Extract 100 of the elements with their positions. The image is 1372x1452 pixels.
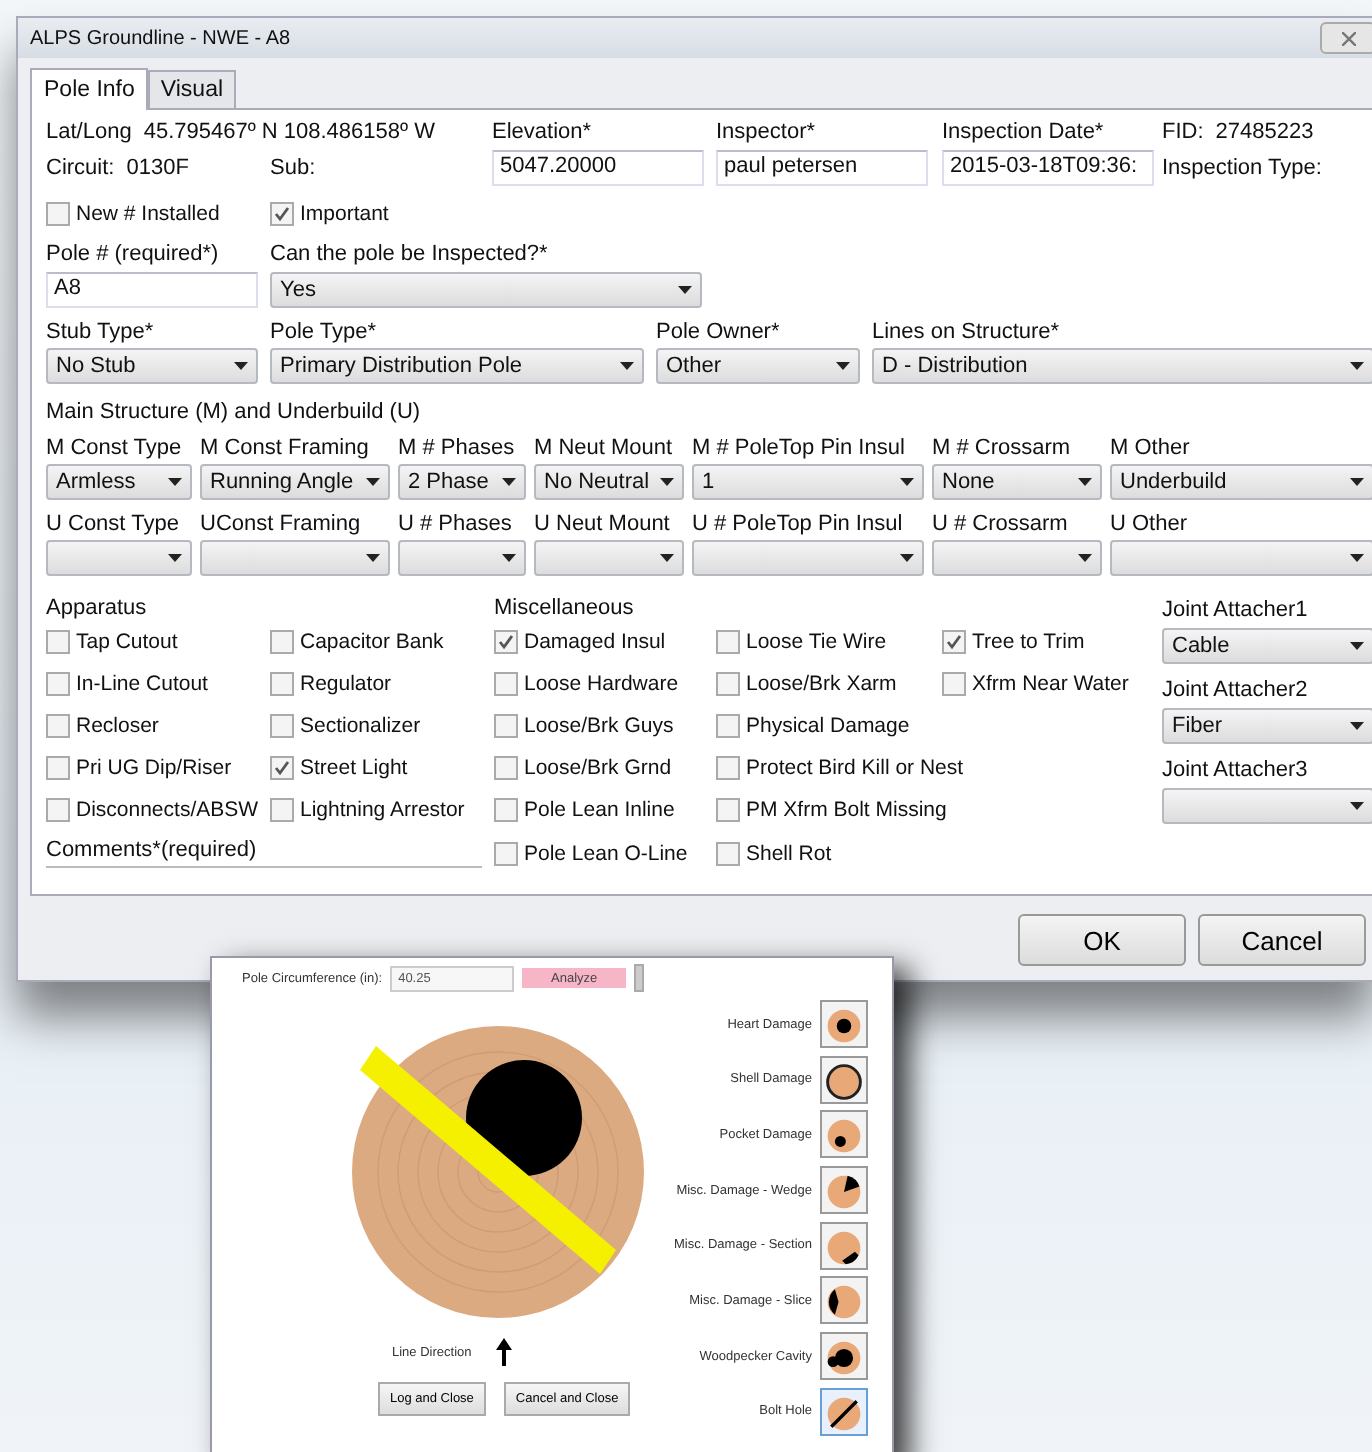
dropdown[interactable]: Underbuild — [1110, 464, 1372, 500]
coordinates-value: 45.795467º N 108.486158º W — [143, 120, 435, 144]
checkbox[interactable] — [46, 714, 70, 739]
dropdown[interactable]: Fiber — [1162, 708, 1372, 744]
section-heading: Main Structure (M) and Underbuild (U) — [46, 400, 423, 424]
dropdown[interactable] — [692, 540, 924, 576]
dropdown[interactable]: D - Distribution — [872, 348, 1372, 384]
tab[interactable]: Pole Info — [30, 68, 149, 110]
checkbox[interactable] — [716, 798, 740, 823]
checkbox[interactable] — [494, 714, 518, 739]
dropdown[interactable]: Cable — [1162, 628, 1372, 664]
checkbox[interactable] — [46, 756, 70, 781]
checkbox[interactable] — [494, 629, 518, 654]
field-label: M Other — [1110, 436, 1192, 460]
dropdown[interactable]: Running Angle — [200, 464, 390, 500]
dropdown[interactable] — [200, 540, 390, 576]
checkbox[interactable] — [494, 798, 518, 823]
checkbox[interactable] — [270, 629, 294, 654]
field-label: M # Crossarm — [932, 436, 1073, 460]
checkbox-label: PM Xfrm Bolt Missing — [746, 798, 947, 823]
caret-icon — [366, 554, 380, 562]
caret-icon — [1350, 722, 1364, 730]
checkbox-label: Protect Bird Kill or Nest — [746, 756, 964, 781]
text-field[interactable]: paul petersen — [716, 150, 928, 186]
caret-icon — [900, 554, 914, 562]
checkbox[interactable] — [716, 629, 740, 654]
field-label: U Other — [1110, 512, 1190, 536]
checkbox[interactable] — [716, 671, 740, 696]
close-button[interactable] — [1320, 22, 1372, 54]
checkbox-label: Loose Tie Wire — [746, 629, 887, 654]
dropdown[interactable] — [46, 540, 192, 576]
dropdown[interactable] — [1110, 540, 1372, 576]
checkbox[interactable] — [270, 714, 294, 739]
damage-type-button[interactable] — [820, 1221, 868, 1270]
checkbox[interactable] — [942, 671, 966, 696]
caret-icon — [660, 478, 674, 486]
tab[interactable]: Visual — [148, 70, 236, 108]
log-section-icon — [824, 1004, 864, 1048]
dropdown[interactable]: Yes — [270, 272, 702, 308]
damage-type-button[interactable] — [820, 1166, 868, 1215]
dropdown[interactable]: 1 — [692, 464, 924, 500]
checkbox[interactable] — [270, 756, 294, 781]
damage-type-button[interactable] — [820, 1276, 868, 1325]
checkbox[interactable] — [494, 841, 518, 865]
checkbox[interactable] — [46, 629, 70, 654]
checkbox[interactable] — [942, 629, 966, 654]
checkbox[interactable] — [716, 714, 740, 739]
scroll-thumb[interactable] — [634, 964, 645, 992]
dropdown[interactable]: No Stub — [46, 348, 258, 384]
text-field[interactable]: A8 — [46, 272, 258, 308]
group-heading: Apparatus — [46, 596, 149, 621]
checkbox-label: Capacitor Bank — [300, 629, 444, 654]
caret-icon — [1350, 642, 1364, 650]
dropdown[interactable]: Primary Distribution Pole — [270, 348, 644, 384]
up-arrow-icon — [495, 1338, 512, 1366]
checkbox[interactable] — [494, 671, 518, 696]
field-label: M Const Type — [46, 436, 184, 460]
checkbox[interactable] — [270, 671, 294, 696]
checkbox[interactable] — [716, 841, 740, 865]
checkbox[interactable] — [270, 798, 294, 823]
text-field[interactable]: 2015-03-18T09:36: — [942, 150, 1154, 186]
caret-icon — [1350, 554, 1364, 562]
dropdown[interactable]: None — [932, 464, 1102, 500]
damage-type-button[interactable] — [820, 1387, 868, 1436]
checkbox-label: Loose/Brk Grnd — [524, 756, 672, 781]
damage-type-button[interactable] — [820, 1055, 868, 1104]
dropdown[interactable]: 2 Phase — [398, 464, 526, 500]
caret-icon — [620, 362, 634, 370]
caret-icon — [660, 554, 674, 562]
field-label: Sub: — [270, 156, 318, 180]
checkbox[interactable] — [46, 798, 70, 823]
checkbox[interactable] — [716, 756, 740, 781]
caret-icon — [1350, 362, 1364, 370]
checkbox[interactable] — [270, 201, 294, 225]
comments-field[interactable]: Comments*(required) — [46, 838, 482, 868]
dropdown[interactable] — [398, 540, 526, 576]
field-label: Joint Attacher3 — [1162, 758, 1310, 782]
dialog-button[interactable]: OK — [1018, 914, 1186, 966]
checkbox-label: New # Installed — [76, 201, 220, 225]
dropdown[interactable] — [1162, 788, 1372, 824]
field-label: Can the pole be Inspected?* — [270, 242, 550, 266]
dropdown[interactable]: Armless — [46, 464, 192, 500]
damage-type-button[interactable] — [820, 1000, 868, 1048]
dialog-button[interactable]: Cancel — [1198, 914, 1366, 966]
checkbox-label: Loose/Brk Guys — [524, 714, 674, 739]
caret-icon — [1078, 554, 1092, 562]
checkbox-label: Physical Damage — [746, 714, 910, 739]
checkbox[interactable] — [46, 201, 70, 225]
field-label: Joint Attacher1 — [1162, 598, 1310, 622]
dropdown[interactable] — [932, 540, 1102, 576]
damage-type-button[interactable] — [820, 1110, 868, 1159]
checkbox[interactable] — [494, 756, 518, 781]
text-field[interactable]: 5047.20000 — [492, 150, 704, 186]
checkbox[interactable] — [46, 671, 70, 696]
dropdown[interactable]: No Neutral — [534, 464, 684, 500]
dropdown[interactable]: Other — [656, 348, 860, 384]
damage-type-button[interactable] — [820, 1332, 868, 1381]
dropdown[interactable] — [534, 540, 684, 576]
circuit-value: 0130F — [126, 156, 189, 180]
field-label: M # PoleTop Pin Insul — [692, 436, 907, 460]
